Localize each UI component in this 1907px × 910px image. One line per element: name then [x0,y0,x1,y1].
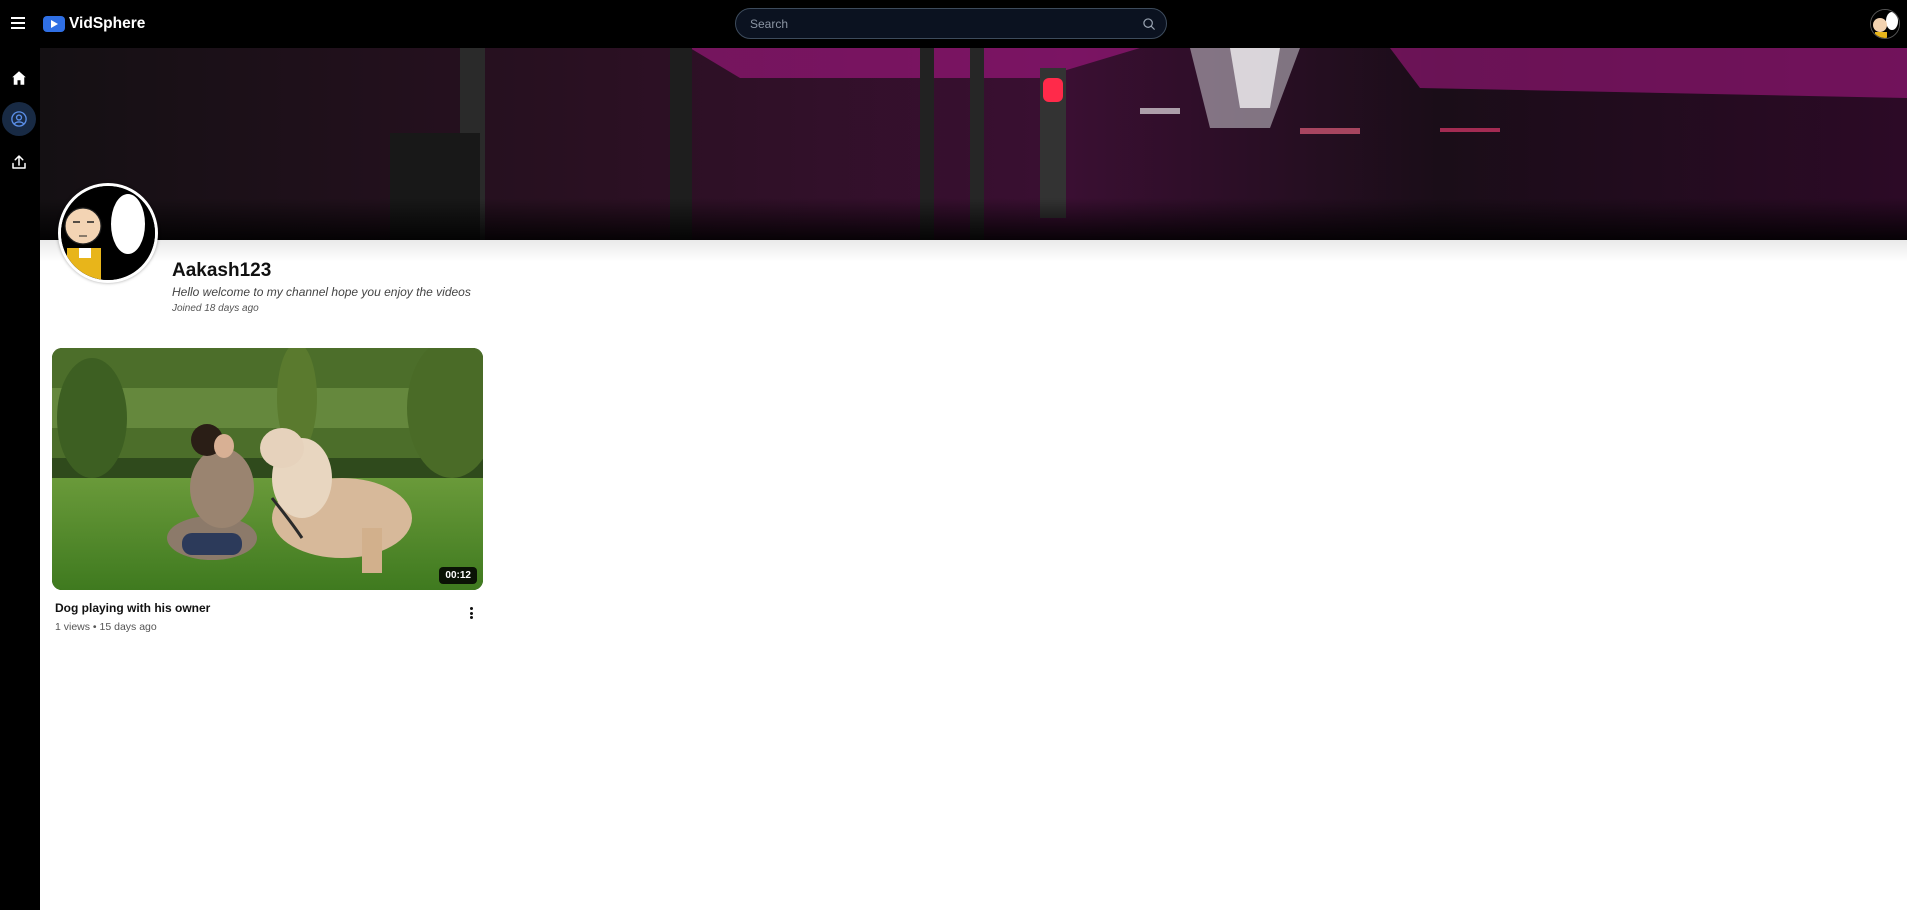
upload-icon [12,155,26,169]
app-logo[interactable]: VidSphere [43,13,145,35]
more-options-icon[interactable] [466,606,476,622]
hamburger-menu-button[interactable] [8,12,28,36]
sidebar-item-channel[interactable] [2,102,36,136]
channel-banner [40,48,1907,240]
play-logo-icon [43,16,65,32]
home-icon [12,71,26,85]
video-thumbnail[interactable]: 00:12 [52,348,483,590]
video-card[interactable]: 00:12 Dog playing with his owner 1 views… [52,348,484,633]
channel-avatar [58,183,158,283]
search-icon[interactable] [1142,17,1156,31]
channel-name: Aakash123 [172,260,272,281]
channel-description: Hello welcome to my channel hope you enj… [172,285,471,299]
top-bar: VidSphere [0,0,1907,48]
search-bar [735,8,1167,39]
sidebar-item-upload[interactable] [2,145,36,179]
video-title[interactable]: Dog playing with his owner [55,601,210,615]
user-circle-icon [11,111,27,127]
video-duration: 00:12 [439,567,477,584]
sidebar [0,48,40,910]
search-input[interactable] [748,15,1132,32]
banner-shadow [40,240,1907,262]
video-meta: 1 views • 15 days ago [55,621,157,633]
channel-joined-date: Joined 18 days ago [172,303,259,314]
user-avatar-button[interactable] [1870,9,1900,39]
app-name: VidSphere [69,15,146,32]
sidebar-item-home[interactable] [2,61,36,95]
